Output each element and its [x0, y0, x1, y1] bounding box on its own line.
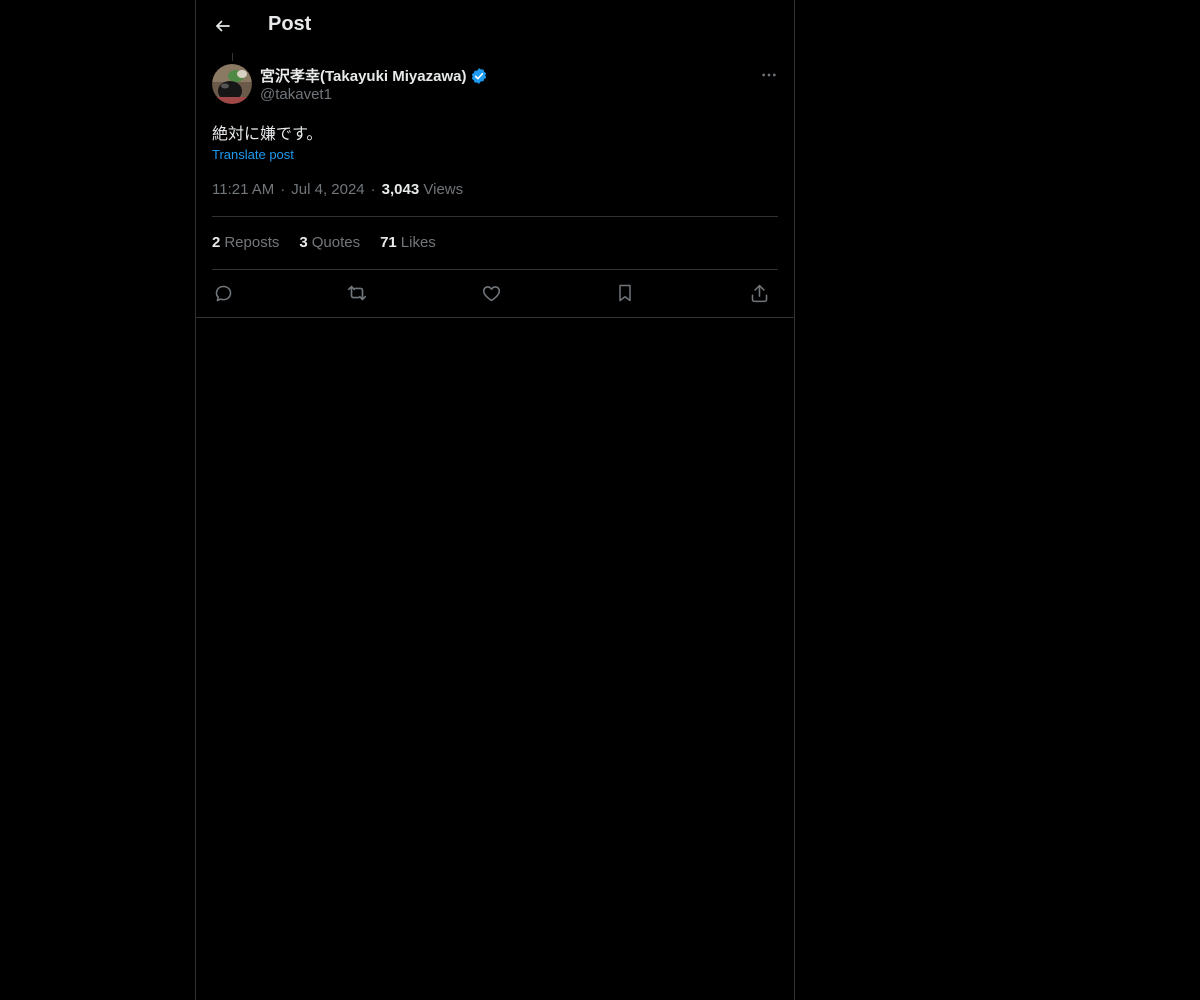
reply-button[interactable]: [210, 280, 236, 306]
reply-icon: [213, 283, 234, 304]
more-horizontal-icon: [761, 67, 777, 83]
post-metadata: 11:21 AM · Jul 4, 2024 · 3,043 Views: [212, 181, 463, 198]
heart-icon: [481, 283, 502, 304]
reposts-count: 2: [212, 234, 221, 251]
quotes-stat[interactable]: 3 Quotes: [299, 234, 360, 251]
page-header: Post: [196, 0, 794, 53]
views-count: 3,043: [381, 181, 420, 198]
post-time[interactable]: 11:21 AM: [212, 181, 274, 198]
avatar[interactable]: [212, 64, 252, 104]
reposts-label: Reposts: [224, 234, 280, 251]
likes-label: Likes: [400, 234, 436, 251]
thread-connector-line: [232, 53, 233, 61]
like-button[interactable]: [478, 280, 504, 306]
translate-post-link[interactable]: Translate post: [212, 147, 294, 162]
post-bottom-border: [196, 317, 794, 318]
author-handle[interactable]: @takavet1: [260, 86, 332, 103]
likes-stat[interactable]: 71 Likes: [380, 234, 436, 251]
author-name-row: 宮沢孝幸(Takayuki Miyazawa): [260, 65, 488, 86]
repost-button[interactable]: [344, 280, 370, 306]
bookmark-icon: [615, 283, 635, 303]
views-label: Views: [423, 181, 464, 198]
more-options-button[interactable]: [756, 62, 782, 88]
meta-separator: ·: [280, 181, 286, 198]
quotes-count: 3: [299, 234, 308, 251]
verified-badge-icon[interactable]: [470, 67, 488, 85]
page-title: Post: [268, 13, 312, 35]
divider: [212, 269, 778, 270]
share-icon: [749, 283, 770, 304]
reposts-stat[interactable]: 2 Reposts: [212, 234, 279, 251]
post-text: 絶対に嫌です。: [212, 126, 323, 143]
divider: [212, 216, 778, 217]
back-button[interactable]: [206, 9, 240, 43]
post-detail-column: Post 宮沢孝幸(Takayuki Miyazawa) @takavet1 絶…: [195, 0, 795, 1000]
bookmark-button[interactable]: [612, 280, 638, 306]
repost-icon: [346, 282, 368, 304]
post-date[interactable]: Jul 4, 2024: [291, 181, 364, 198]
arrow-left-icon: [214, 17, 232, 35]
meta-separator: ·: [370, 181, 376, 198]
action-bar: [212, 280, 778, 306]
likes-count: 71: [380, 234, 397, 251]
engagement-stats: 2 Reposts 3 Quotes 71 Likes: [212, 234, 436, 251]
quotes-label: Quotes: [311, 234, 361, 251]
share-button[interactable]: [746, 280, 772, 306]
author-name[interactable]: 宮沢孝幸(Takayuki Miyazawa): [260, 65, 466, 86]
